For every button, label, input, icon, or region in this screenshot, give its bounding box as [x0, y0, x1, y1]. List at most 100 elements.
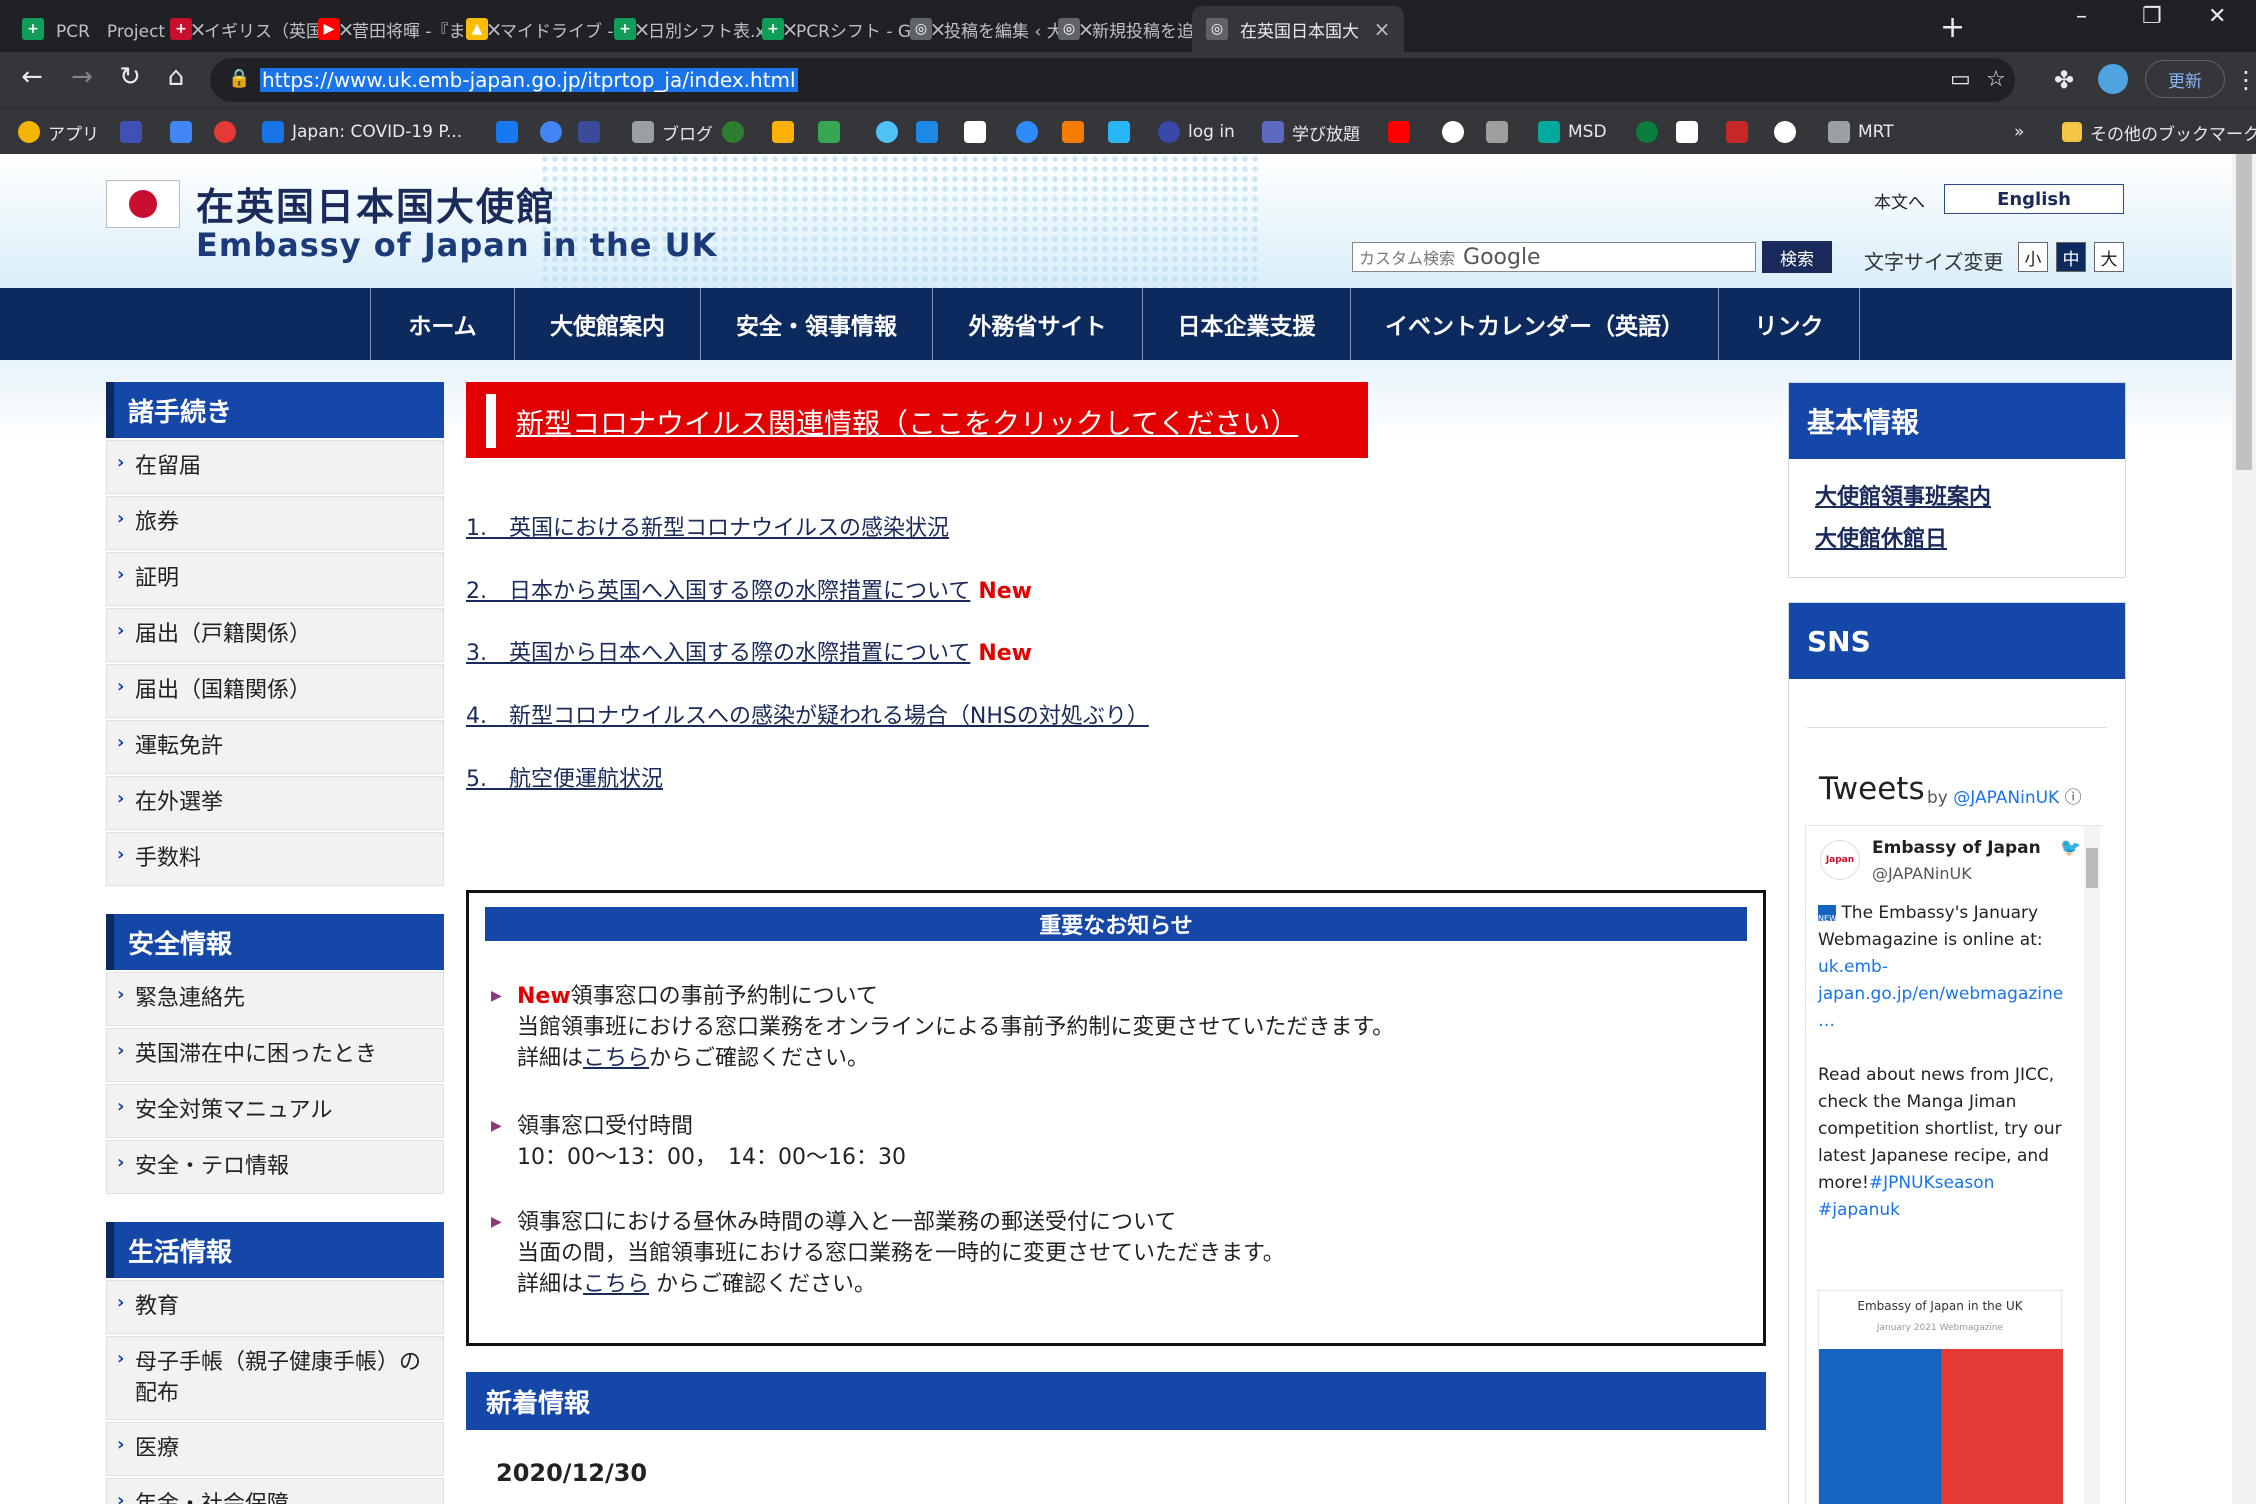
- notice-item3-link[interactable]: こちら: [583, 1272, 649, 1297]
- bookmark-item-22[interactable]: [1442, 119, 1472, 145]
- bookmark-item-7[interactable]: [540, 119, 570, 145]
- bookmark-star-icon[interactable]: ☆: [1986, 67, 2006, 92]
- covid-link-3[interactable]: 3. 英国から日本へ入国する際の水際措置について New: [466, 635, 1032, 667]
- timeline-scrollbar[interactable]: [2084, 826, 2100, 1504]
- bookmark-item-9[interactable]: ブログ: [632, 119, 713, 145]
- bookmark-item-23[interactable]: [1486, 119, 1516, 145]
- embassy-avatar[interactable]: Japan: [1820, 840, 1860, 880]
- maximize-button[interactable]: ❐: [2142, 4, 2162, 29]
- sidebar-item[interactable]: 母子手帳（親子健康手帳）の配布: [106, 1336, 444, 1420]
- search-button[interactable]: 検索: [1762, 241, 1832, 273]
- sidebar-item[interactable]: 運転免許: [106, 720, 444, 774]
- bookmark-item-10[interactable]: [722, 119, 752, 145]
- site-title-jp[interactable]: 在英国日本国大使館: [196, 176, 556, 231]
- more-bookmarks-button[interactable]: »: [2014, 119, 2024, 145]
- sidebar-item[interactable]: 証明: [106, 552, 444, 606]
- skip-to-content-link[interactable]: 本文へ: [1874, 188, 1925, 213]
- nav-item-5[interactable]: 日本企業支援: [1142, 288, 1350, 360]
- tweet-author-name[interactable]: Embassy of Japan: [1872, 838, 2041, 858]
- site-title-en[interactable]: Embassy of Japan in the UK: [196, 226, 717, 264]
- nav-item-6[interactable]: イベントカレンダー（英語）: [1350, 288, 1718, 360]
- covid-link-text[interactable]: 2. 日本から英国へ入国する際の水際措置について: [466, 579, 970, 604]
- bookmark-item-16[interactable]: [1016, 119, 1046, 145]
- home-button[interactable]: ⌂: [158, 62, 194, 92]
- japan-flag-icon[interactable]: [106, 180, 180, 228]
- profile-avatar-icon[interactable]: [2098, 64, 2128, 94]
- bookmark-item-2[interactable]: [120, 119, 150, 145]
- sidebar-item[interactable]: 在外選挙: [106, 776, 444, 830]
- bookmark-item-1[interactable]: アプリ: [18, 119, 99, 145]
- sidebar-item[interactable]: 手数料: [106, 832, 444, 886]
- sidebar-item[interactable]: 届出（国籍関係）: [106, 664, 444, 718]
- close-window-button[interactable]: ✕: [2208, 4, 2226, 29]
- minimize-button[interactable]: –: [2076, 4, 2087, 29]
- bookmark-item-15[interactable]: [964, 119, 994, 145]
- bookmark-item-13[interactable]: [876, 119, 906, 145]
- font-size-small-button[interactable]: 小: [2018, 242, 2048, 272]
- info-icon[interactable]: ⓘ: [2065, 788, 2082, 808]
- bookmark-item-21[interactable]: [1388, 119, 1418, 145]
- bookmark-item-27[interactable]: [1726, 119, 1756, 145]
- sidebar-item[interactable]: 緊急連絡先: [106, 972, 444, 1026]
- nav-item-3[interactable]: 安全・領事情報: [700, 288, 932, 360]
- page-scrollbar[interactable]: [2232, 154, 2256, 1504]
- nav-item-7[interactable]: リンク: [1718, 288, 1860, 360]
- back-button[interactable]: ←: [14, 62, 50, 92]
- search-input[interactable]: カスタム検索 Google: [1352, 242, 1756, 272]
- bookmark-item-6[interactable]: [496, 119, 526, 145]
- font-size-large-button[interactable]: 大: [2094, 242, 2124, 272]
- bookmark-item-3[interactable]: [170, 119, 200, 145]
- bookmark-item-25[interactable]: [1636, 119, 1666, 145]
- embassy-holidays-link[interactable]: 大使館休館日: [1815, 521, 1947, 553]
- bookmark-item-26[interactable]: [1676, 119, 1706, 145]
- browser-tab-9[interactable]: ◎ 在英国日本国大 ×: [1192, 6, 1404, 52]
- notice-item1-link[interactable]: こちら: [583, 1046, 649, 1071]
- bookmark-item-17[interactable]: [1062, 119, 1092, 145]
- lock-icon[interactable]: 🔒: [228, 68, 250, 89]
- new-tab-button[interactable]: +: [1940, 10, 1965, 45]
- sidebar-item[interactable]: 医療: [106, 1422, 444, 1476]
- tweet-author-handle[interactable]: @JAPANinUK: [1872, 864, 1972, 883]
- tab-close-icon[interactable]: ×: [1370, 17, 1394, 41]
- sidebar-item[interactable]: 在留届: [106, 440, 444, 494]
- consular-info-link[interactable]: 大使館領事班案内: [1815, 479, 1991, 511]
- bookmark-item-4[interactable]: [214, 119, 244, 145]
- forward-button[interactable]: →: [64, 62, 100, 92]
- webmagazine-preview-image[interactable]: Embassy of Japan in the UK January 2021 …: [1818, 1290, 2063, 1504]
- bookmark-item-8[interactable]: [578, 119, 608, 145]
- covid-link-5[interactable]: 5. 航空便運航状況: [466, 761, 663, 793]
- nav-item-4[interactable]: 外務省サイト: [932, 288, 1142, 360]
- extensions-icon[interactable]: ✤: [2054, 66, 2074, 94]
- bookmark-item-24[interactable]: MSD: [1538, 119, 1607, 145]
- font-size-medium-button[interactable]: 中: [2056, 242, 2086, 272]
- nav-item-1[interactable]: ホーム: [370, 288, 514, 360]
- covid-link-2[interactable]: 2. 日本から英国へ入国する際の水際措置について New: [466, 573, 1032, 605]
- sidebar-item[interactable]: 英国滞在中に困ったとき: [106, 1028, 444, 1082]
- covid-info-banner[interactable]: 新型コロナウイルス関連情報（ここをクリックしてください）: [466, 382, 1368, 458]
- cast-icon[interactable]: ▭: [1950, 67, 1971, 92]
- other-bookmarks-folder[interactable]: その他のブックマーク: [2062, 119, 2256, 145]
- twitter-timeline[interactable]: Japan Embassy of Japan 🐦 @JAPANinUK NEW …: [1805, 825, 2103, 1504]
- bookmark-item-28[interactable]: [1774, 119, 1804, 145]
- bookmark-item-18[interactable]: [1108, 119, 1138, 145]
- bookmark-item-14[interactable]: [916, 119, 946, 145]
- covid-link-text[interactable]: 4. 新型コロナウイルスへの感染が疑われる場合（NHSの対処ぶり）: [466, 704, 1149, 729]
- covid-banner-link[interactable]: 新型コロナウイルス関連情報（ここをクリックしてください）: [516, 402, 1298, 442]
- reload-button[interactable]: ↻: [112, 62, 148, 92]
- sidebar-item[interactable]: 教育: [106, 1280, 444, 1334]
- sidebar-item[interactable]: 安全・テロ情報: [106, 1140, 444, 1194]
- update-button[interactable]: 更新: [2145, 60, 2225, 98]
- menu-dots-icon[interactable]: ⋮: [2234, 66, 2256, 94]
- nav-item-2[interactable]: 大使館案内: [514, 288, 700, 360]
- bookmark-item-11[interactable]: [772, 119, 802, 145]
- sidebar-item[interactable]: 年金・社会保障: [106, 1478, 444, 1504]
- tweet-webmagazine-link[interactable]: uk.emb-japan.go.jp/en/webmagazine …: [1818, 954, 2063, 1035]
- bookmark-item-20[interactable]: 学び放題: [1262, 119, 1360, 145]
- tweets-handle-link[interactable]: @JAPANinUK: [1953, 788, 2059, 808]
- sidebar-item[interactable]: 旅券: [106, 496, 444, 550]
- url-text[interactable]: https://www.uk.emb-japan.go.jp/itprtop_j…: [260, 68, 798, 92]
- covid-link-1[interactable]: 1. 英国における新型コロナウイルスの感染状況: [466, 510, 949, 542]
- bookmark-item-29[interactable]: MRT: [1828, 119, 1894, 145]
- address-bar[interactable]: 🔒 https://www.uk.emb-japan.go.jp/itprtop…: [210, 58, 2015, 102]
- covid-link-text[interactable]: 5. 航空便運航状況: [466, 767, 663, 792]
